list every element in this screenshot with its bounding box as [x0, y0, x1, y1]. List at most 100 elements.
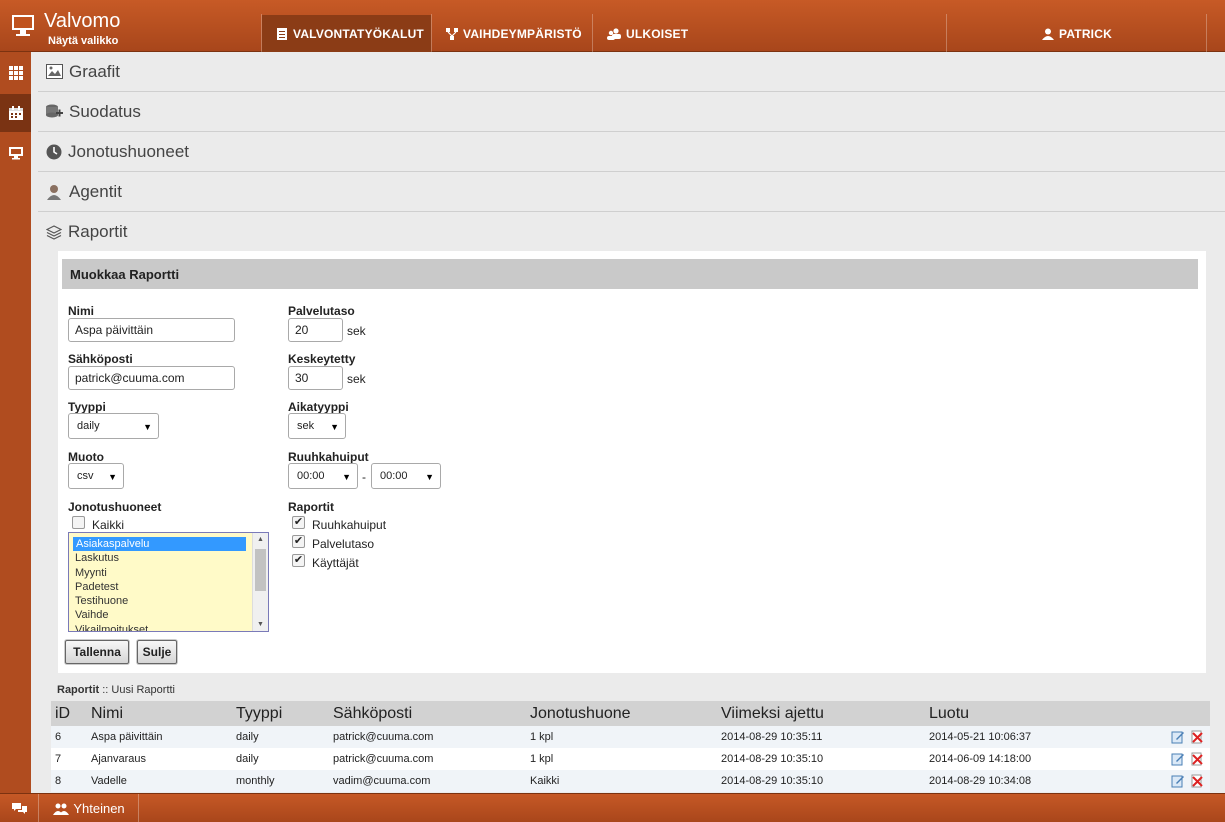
cell-created: 2014-05-21 10:06:37 — [925, 726, 1155, 748]
format-select[interactable]: csv ▼ — [68, 463, 124, 489]
listbox-option[interactable]: Vaihde — [69, 608, 268, 622]
monitor-icon — [12, 15, 34, 36]
scroll-up-icon[interactable]: ▲ — [257, 536, 264, 543]
nav-divider — [946, 14, 947, 52]
monitor-icon — [8, 147, 23, 160]
listbox-scrollbar[interactable]: ▲ ▼ — [252, 533, 268, 631]
peak-separator: - — [362, 470, 366, 484]
queues-listbox[interactable]: Asiakaspalvelu Laskutus Myynti Padetest … — [68, 532, 269, 632]
panel-agentit[interactable]: Agentit — [38, 172, 1225, 212]
panel-label: Suodatus — [69, 101, 141, 121]
cell-email: vadim@cuuma.com — [329, 770, 526, 792]
nav-tab-ulkoiset[interactable]: ULKOISET — [593, 15, 713, 52]
app-title: Valvomo — [44, 10, 121, 32]
footer-bar: Yhteinen — [0, 793, 1225, 822]
delete-icon[interactable] — [1190, 752, 1204, 766]
time-type-select[interactable]: sek ▼ — [288, 413, 346, 439]
aborted-input[interactable] — [288, 366, 343, 390]
cell-email: patrick@cuuma.com — [329, 726, 526, 748]
column-header[interactable]: iD — [51, 701, 87, 726]
column-header[interactable]: Viimeksi ajettu — [717, 701, 925, 726]
user-menu[interactable]: PATRICK — [1042, 15, 1162, 52]
listbox-option[interactable]: Asiakaspalvelu — [73, 537, 246, 552]
listbox-option[interactable]: Padetest — [69, 580, 268, 594]
nav-tab-label: VAIHDEYMPÄRISTÖ — [463, 27, 582, 41]
type-label: Tyyppi — [68, 400, 106, 414]
panel-jonotushuoneet[interactable]: Jonotushuoneet — [38, 132, 1225, 172]
nav-tab-vaihdeymparisto[interactable]: VAIHDEYMPÄRISTÖ — [432, 15, 592, 52]
clock-icon — [46, 144, 62, 159]
brand[interactable]: Valvomo Näytä valikko — [0, 0, 261, 52]
cell-id: 8 — [51, 770, 87, 792]
delete-icon[interactable] — [1190, 730, 1204, 744]
all-queues-checkbox[interactable] — [72, 516, 85, 529]
type-select-value: daily — [77, 420, 100, 432]
listbox-option[interactable]: Myynti — [69, 566, 268, 580]
cell-queue: Kaikki — [526, 770, 717, 792]
column-header[interactable]: Jonotushuone — [526, 701, 717, 726]
nav-tab-valvontatyokalut[interactable]: VALVONTATYÖKALUT — [262, 15, 431, 52]
name-input[interactable] — [68, 318, 235, 342]
delete-icon[interactable] — [1190, 774, 1204, 788]
peak-from-select[interactable]: 00:00 ▼ — [288, 463, 358, 489]
peak-to-select[interactable]: 00:00 ▼ — [371, 463, 441, 489]
top-bar: Valvomo Näytä valikko VALVONTATYÖKALUT V… — [0, 0, 1225, 52]
breadcrumb: Raportit :: Uusi Raportti — [57, 684, 175, 696]
panel-graafit[interactable]: Graafit — [38, 52, 1225, 92]
type-select[interactable]: daily ▼ — [68, 413, 159, 439]
save-button[interactable]: Tallenna — [65, 640, 129, 664]
email-input[interactable] — [68, 366, 235, 390]
cell-name: Aspa päivittäin — [87, 726, 232, 748]
cell-last-run: 2014-08-29 10:35:11 — [717, 726, 925, 748]
chat-button[interactable] — [0, 794, 39, 822]
table-row[interactable]: 8 Vadelle monthly vadim@cuuma.com Kaikki… — [51, 770, 1210, 792]
edit-icon[interactable] — [1171, 752, 1185, 766]
report-option-label: Ruuhkahuiput — [312, 518, 387, 532]
sidebar-calendar-button[interactable] — [0, 94, 31, 132]
column-header[interactable]: Tyyppi — [232, 701, 329, 726]
document-icon — [277, 28, 287, 40]
table-row[interactable]: 6 Aspa päivittäin daily patrick@cuuma.co… — [51, 726, 1210, 748]
name-label: Nimi — [68, 304, 95, 318]
column-header[interactable]: Nimi — [87, 701, 232, 726]
scrollbar-thumb[interactable] — [255, 549, 266, 591]
scroll-down-icon[interactable]: ▼ — [257, 621, 264, 628]
caret-down-icon: ▼ — [342, 472, 351, 482]
breadcrumb-section[interactable]: Raportit — [57, 684, 99, 696]
column-header[interactable]: Luotu — [925, 701, 1155, 726]
edit-icon[interactable] — [1171, 730, 1185, 744]
image-icon — [46, 64, 63, 79]
service-level-label: Palvelutaso — [288, 304, 355, 318]
queues-label: Jonotushuoneet — [68, 500, 162, 514]
column-header[interactable]: Sähköposti — [329, 701, 526, 726]
listbox-option[interactable]: Vikailmoitukset — [69, 623, 268, 631]
sidebar-grid-button[interactable] — [0, 54, 31, 92]
group-chat-label: Yhteinen — [73, 801, 125, 816]
sidebar-monitor-button[interactable] — [0, 134, 31, 172]
caret-down-icon: ▼ — [425, 472, 434, 482]
service-level-input[interactable] — [288, 318, 343, 342]
report-checkbox-palvelutaso[interactable]: ✔ — [292, 535, 305, 548]
report-checkbox-kayttajat[interactable]: ✔ — [292, 554, 305, 567]
breadcrumb-separator: :: — [102, 684, 109, 696]
breadcrumb-new-report[interactable]: Uusi Raportti — [111, 684, 175, 696]
close-button[interactable]: Sulje — [137, 640, 177, 664]
group-chat-tab[interactable]: Yhteinen — [40, 794, 139, 822]
listbox-option[interactable]: Testihuone — [69, 594, 268, 608]
show-menu-link[interactable]: Näytä valikko — [48, 35, 118, 47]
listbox-option[interactable]: Laskutus — [69, 551, 268, 565]
panel-suodatus[interactable]: Suodatus — [38, 92, 1225, 132]
time-type-label: Aikatyyppi — [288, 400, 349, 414]
layers-icon — [46, 224, 62, 240]
report-option-label: Käyttäjät — [312, 556, 359, 570]
report-checkbox-ruuhkahuiput[interactable]: ✔ — [292, 516, 305, 529]
agent-icon — [47, 184, 61, 200]
peak-from-value: 00:00 — [297, 470, 325, 482]
cell-actions — [1155, 770, 1210, 792]
table-row[interactable]: 7 Ajanvaraus daily patrick@cuuma.com 1 k… — [51, 748, 1210, 770]
edit-icon[interactable] — [1171, 774, 1185, 788]
panel-raportit[interactable]: Raportit — [38, 212, 1225, 252]
caret-down-icon: ▼ — [330, 422, 339, 432]
network-icon — [446, 28, 458, 40]
users-icon — [607, 28, 621, 40]
